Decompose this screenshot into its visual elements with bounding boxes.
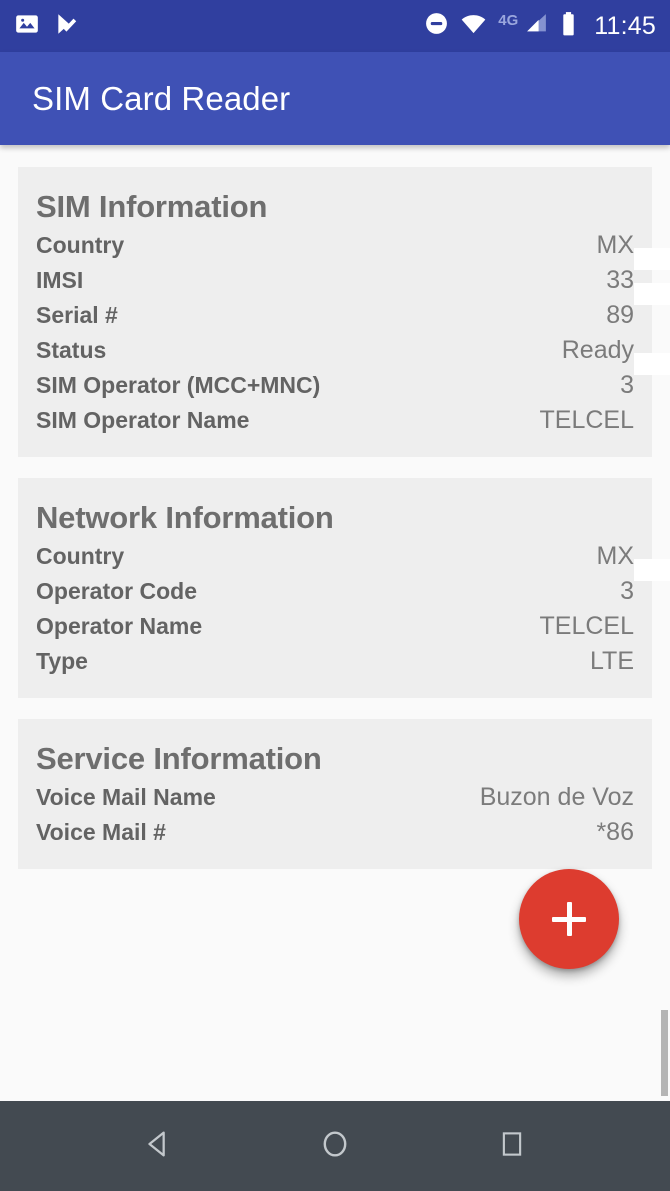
card-title: Network Information: [36, 500, 334, 535]
info-row-value-text: MX: [596, 231, 635, 259]
info-row-value-text: Buzon de Voz: [479, 783, 634, 811]
card-title: Service Information: [36, 741, 322, 776]
info-row-value-text: 89: [606, 301, 634, 329]
info-row-value-text: *86: [596, 818, 634, 846]
nav-home-button[interactable]: [305, 1116, 365, 1176]
info-row-value: TELCEL: [540, 406, 634, 435]
info-row-value: MX: [597, 542, 635, 571]
info-row-label: Status: [36, 337, 107, 363]
redaction-box: [634, 353, 670, 375]
info-row: Operator Name TELCEL: [36, 612, 634, 647]
info-row-value: 89: [606, 283, 670, 330]
app-bar: SIM Card Reader: [0, 52, 670, 145]
app-title: SIM Card Reader: [32, 79, 291, 117]
info-row-value-text: 3: [620, 577, 634, 605]
info-row-value-text: Ready: [561, 336, 634, 364]
info-row-label: Type: [36, 648, 88, 674]
info-row-value-text: 3: [620, 371, 634, 399]
info-row-value: MX: [597, 231, 635, 260]
info-row: Voice Mail Name Buzon de Voz: [36, 783, 634, 818]
info-row-label: SIM Operator Name: [36, 407, 250, 433]
add-floating-action-button[interactable]: [519, 869, 619, 969]
status-bar-left-icons: [14, 11, 80, 42]
info-card: Network Information Country MX Operator Cod…: [18, 478, 670, 698]
info-row-value: 3: [620, 559, 670, 606]
do-not-disturb-icon: [424, 11, 449, 41]
info-row: Serial # 89: [36, 283, 670, 336]
tasks-check-icon: [54, 11, 80, 42]
info-row-label: Country: [36, 232, 125, 258]
redaction-box: [634, 248, 670, 270]
info-row: Status Ready: [36, 336, 634, 371]
recents-square-icon: [497, 1129, 527, 1164]
info-row-value: *86: [596, 818, 634, 847]
info-row-label: Voice Mail Name: [36, 784, 216, 810]
card-title: SIM Information: [36, 189, 268, 224]
status-bar-clock: 11:45: [594, 11, 656, 40]
info-row-label: Serial #: [36, 302, 118, 328]
info-row-value: Buzon de Voz: [480, 783, 634, 812]
signal-icon: [524, 11, 549, 41]
info-row-value: 33: [606, 248, 670, 295]
status-bar-right-icons: 4G 11:45: [424, 10, 656, 42]
wifi-icon: [460, 10, 487, 42]
network-type-label: 4G: [498, 11, 519, 29]
info-row-label: Operator Name: [36, 613, 203, 639]
system-navigation-bar: [0, 1101, 670, 1191]
info-row-label: SIM Operator (MCC+MNC): [36, 372, 321, 398]
info-row-value-text: LTE: [590, 647, 634, 675]
nav-back-button[interactable]: [128, 1116, 188, 1176]
info-row: Type LTE: [36, 647, 634, 682]
info-row: Country MX: [36, 231, 634, 266]
phone-screen: 4G 11:45 SIM Card Reader SIM Information…: [0, 0, 670, 1191]
status-bar: 4G 11:45: [0, 0, 670, 52]
info-card: SIM Information Country MX IMSI 33 Serial # 89…: [18, 167, 670, 457]
redaction-box: [634, 559, 670, 581]
info-row-value: LTE: [590, 647, 634, 676]
info-card: Service Information Voice Mail Name Buzon …: [18, 719, 652, 869]
info-row-value: 3: [620, 353, 670, 400]
info-row: IMSI 33: [36, 248, 670, 301]
info-row-label: Voice Mail #: [36, 819, 166, 845]
info-row-value-text: TELCEL: [539, 612, 634, 640]
nav-recents-button[interactable]: [482, 1116, 542, 1176]
info-row: SIM Operator Name TELCEL: [36, 406, 634, 441]
info-row-value-text: 33: [606, 266, 634, 294]
info-row-value-text: MX: [596, 542, 635, 570]
info-row-value: TELCEL: [540, 612, 634, 641]
vertical-scrollbar-thumb[interactable]: [661, 1010, 668, 1096]
info-row: SIM Operator (MCC+MNC) 3: [36, 353, 670, 406]
back-triangle-icon: [141, 1127, 175, 1166]
info-row-label: Country: [36, 543, 125, 569]
redaction-box: [634, 283, 670, 305]
info-row-label: IMSI: [36, 267, 84, 293]
info-row-value-text: TELCEL: [539, 406, 634, 434]
info-row: Operator Code 3: [36, 559, 670, 612]
info-row-value: Ready: [562, 336, 634, 365]
info-row: Voice Mail # *86: [36, 818, 634, 853]
home-circle-icon: [318, 1127, 352, 1166]
info-row-label: Operator Code: [36, 578, 198, 604]
cards-container: SIM Information Country MX IMSI 33 Serial #89…: [18, 167, 670, 869]
info-row: Country MX: [36, 542, 634, 577]
image-icon: [14, 11, 40, 42]
battery-icon: [560, 11, 577, 42]
